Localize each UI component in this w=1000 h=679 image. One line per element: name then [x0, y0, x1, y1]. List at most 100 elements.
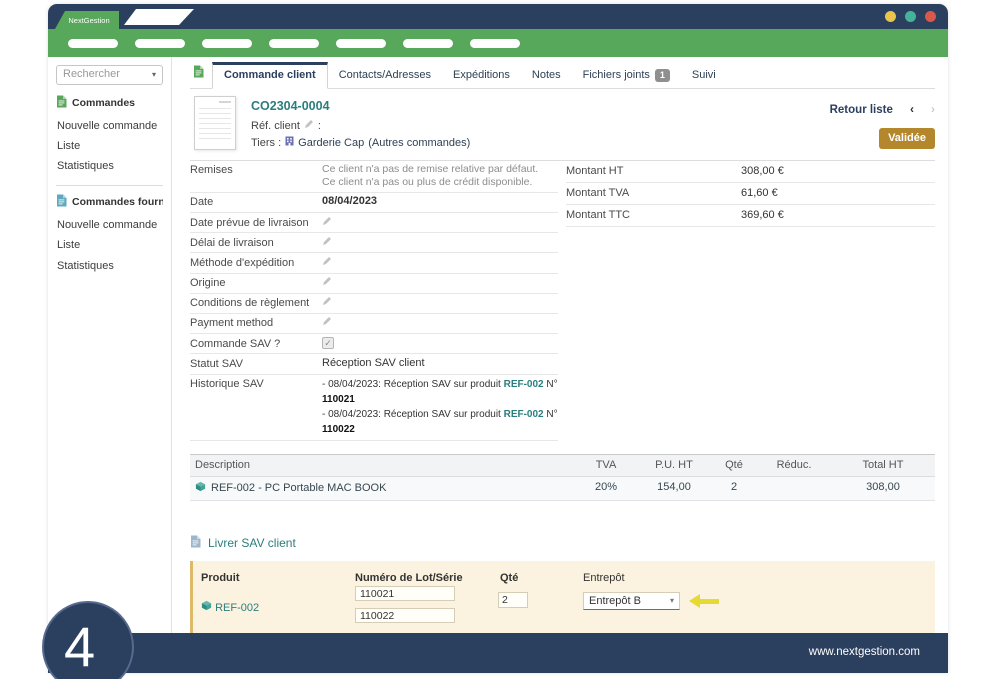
sidebar-item-statistiques[interactable]: Statistiques [56, 256, 163, 276]
field-label: Méthode d'expédition [190, 256, 322, 270]
main-content: Commande client Contacts/Adresses Expéditi… [172, 57, 948, 633]
chevron-down-icon: ▾ [152, 70, 156, 80]
tiers-other-orders-link[interactable]: (Autres commandes) [368, 137, 470, 150]
product-ref-link[interactable]: REF-002 [504, 409, 544, 420]
redacted-tab[interactable] [124, 9, 194, 25]
lot-serial-input[interactable] [355, 608, 455, 623]
tab-notes[interactable]: Notes [521, 63, 572, 88]
field-row-d-lai-de-livraison: Délai de livraison [190, 233, 558, 253]
field-row-m-thode-d-exp-dition: Méthode d'expédition [190, 253, 558, 273]
sidebar-item-liste[interactable]: Liste [56, 137, 163, 157]
line-cell: 154,00 [637, 481, 711, 496]
edit-pencil-icon[interactable] [322, 297, 332, 309]
line-product-link[interactable]: REF-002 - PC Portable MAC BOOK [211, 482, 386, 495]
lines-header-row: DescriptionTVAP.U. HTQtéRéduc.Total HT [190, 454, 935, 477]
menu-pill[interactable] [403, 39, 453, 48]
menu-pill[interactable] [68, 39, 118, 48]
body-row: Rechercher ▾ CommandesNouvelle commandeL… [48, 57, 948, 633]
qte-column-label: Qté [500, 572, 518, 584]
previous-record-icon[interactable]: ‹ [910, 102, 914, 116]
produit-column-label: Produit [201, 572, 240, 584]
menu-pill[interactable] [135, 39, 185, 48]
field-value [322, 236, 558, 250]
line-cell: 308,00 [831, 481, 935, 496]
status-badge: Validée [879, 128, 935, 149]
app-window: NextGestion Rechercher ▾ Commandes Nouvel… [48, 4, 948, 673]
product-ref-link[interactable]: REF-002 [504, 379, 544, 390]
sav-product-ref-link[interactable]: REF-002 [215, 602, 259, 614]
field-value [322, 296, 558, 310]
field-label: Historique SAV [190, 377, 322, 391]
menu-pill[interactable] [470, 39, 520, 48]
attachments-count-badge: 1 [655, 69, 670, 82]
annotation-arrow-icon [689, 594, 719, 608]
warehouse-select[interactable]: Entrepôt B▾ [583, 592, 680, 610]
sav-checkbox[interactable]: ✓ [322, 337, 334, 349]
edit-pencil-icon[interactable] [322, 317, 332, 329]
field-label: Délai de livraison [190, 236, 322, 250]
yellow-light[interactable] [885, 11, 896, 22]
field-value [322, 276, 558, 290]
qty-input[interactable] [498, 592, 528, 608]
deliver-sav-section-title: Livrer SAV client [190, 535, 935, 551]
tab-label: Suivi [692, 69, 716, 81]
step-number: 4 [64, 613, 95, 679]
traffic-lights [885, 11, 936, 22]
edit-pencil-icon[interactable] [322, 257, 332, 269]
field-row-origine: Origine [190, 274, 558, 294]
sidebar: Rechercher ▾ CommandesNouvelle commandeL… [48, 57, 172, 633]
tab-label: Expéditions [453, 69, 510, 81]
green-document-icon [56, 95, 67, 112]
edit-pencil-icon[interactable] [322, 217, 332, 229]
sidebar-divider [56, 185, 163, 186]
sidebar-section-commandes[interactable]: Commandes [56, 95, 163, 112]
sidebar-item-statistiques[interactable]: Statistiques [56, 157, 163, 177]
edit-pencil-icon[interactable] [304, 119, 314, 133]
next-record-icon[interactable]: › [931, 102, 935, 116]
field-value: - 08/04/2023: Réception SAV sur produit … [322, 377, 558, 437]
tab-suivi[interactable]: Suivi [681, 63, 727, 88]
tiers-link[interactable]: Garderie Cap [298, 137, 364, 150]
field-row-commande-sav: Commande SAV ?✓ [190, 334, 558, 354]
field-label: Origine [190, 276, 322, 290]
field-label: Remises [190, 163, 322, 177]
field-label: Commande SAV ? [190, 337, 322, 351]
menu-pill[interactable] [269, 39, 319, 48]
field-value: Réception SAV client [322, 357, 558, 370]
brand-tab[interactable]: NextGestion [55, 11, 119, 29]
amount-row-montant-tva: Montant TVA61,60 € [566, 183, 935, 205]
field-value: ✓ [322, 337, 558, 350]
red-light[interactable] [925, 11, 936, 22]
menu-pill[interactable] [202, 39, 252, 48]
amount-label: Montant TVA [566, 187, 741, 200]
tab-contacts-adresses[interactable]: Contacts/Adresses [328, 63, 442, 88]
back-to-list-link[interactable]: Retour liste [830, 104, 893, 116]
edit-pencil-icon[interactable] [322, 237, 332, 249]
document-thumbnail[interactable] [194, 96, 236, 150]
sidebar-item-liste[interactable]: Liste [56, 236, 163, 256]
line-cell: 20% [575, 481, 637, 496]
menu-pill[interactable] [336, 39, 386, 48]
detail-columns: RemisesCe client n'a pas de remise relat… [190, 161, 935, 441]
amounts-table: Montant HT308,00 €Montant TVA61,60 €Mont… [566, 161, 935, 441]
column-header-qt: Qté [711, 459, 757, 472]
line-row: REF-002 - PC Portable MAC BOOK20%154,002… [190, 477, 935, 501]
sidebar-section-commandes-fournis[interactable]: Commandes fournis... [56, 194, 163, 211]
tab-label: Contacts/Adresses [339, 69, 431, 81]
deliver-sav-label: Livrer SAV client [208, 536, 296, 550]
lot-serial-input[interactable] [355, 586, 455, 601]
sidebar-item-nouvelle-commande[interactable]: Nouvelle commande [56, 117, 163, 137]
tab-commande-client[interactable]: Commande client [212, 62, 328, 89]
footer-bar: www.nextgestion.com [48, 633, 948, 673]
teal-light[interactable] [905, 11, 916, 22]
amount-row-montant-ttc: Montant TTC369,60 € [566, 205, 935, 227]
field-row-payment-method: Payment method [190, 314, 558, 334]
sidebar-item-nouvelle-commande[interactable]: Nouvelle commande [56, 216, 163, 236]
edit-pencil-icon[interactable] [322, 277, 332, 289]
column-header-description: Description [190, 459, 575, 472]
order-banner: CO2304-0004 Réf. client : Tiers : Garder… [190, 89, 935, 160]
amount-row-montant-ht: Montant HT308,00 € [566, 161, 935, 183]
tab-fichiers-joints[interactable]: Fichiers joints1 [572, 63, 681, 88]
search-input[interactable]: Rechercher ▾ [56, 65, 163, 85]
tab-exp-ditions[interactable]: Expéditions [442, 63, 521, 88]
